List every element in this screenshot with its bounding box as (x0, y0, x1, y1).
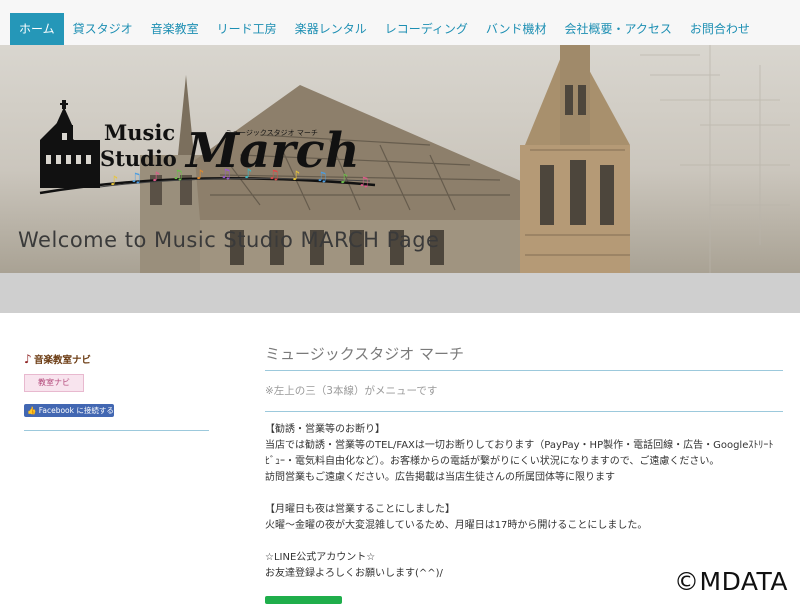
hero-banner: ♪ ♫ ♪ ♫ ♪ ♫ ♪ ♫ ♪ ♫ ♪ ♫ Music Studio Mar… (0, 45, 800, 273)
svg-text:♪: ♪ (152, 170, 160, 185)
hero-bottom-band (0, 273, 800, 313)
notice-heading: 【勧誘・営業等のお断り】 (265, 424, 385, 435)
svg-text:音楽教室ナビ: 音楽教室ナビ (34, 354, 92, 366)
facebook-connect-label: Facebook に接続する (38, 406, 114, 415)
notice-paragraph: 訪問営業もご遠慮ください。広告掲載は当店生徒さんの所属団体等に限ります (265, 472, 615, 483)
facebook-connect-button[interactable]: 👍 Facebook に接続する (24, 404, 114, 417)
monday-paragraph: 火曜～金曜の夜が大変混雑しているため、月曜日は17時から開けることにしました。 (265, 520, 648, 531)
svg-text:♪: ♪ (24, 352, 32, 366)
line-account-heading: ☆LINE公式アカウント☆ (265, 552, 376, 563)
svg-text:♫: ♫ (130, 171, 142, 186)
sidebar: ♪ 音楽教室ナビ 教室ナビ 👍 Facebook に接続する (24, 350, 210, 417)
hint-divider (265, 411, 783, 412)
nav-item-company-access[interactable]: 会社概要・アクセス (555, 13, 680, 45)
menu-hint: ※左上の三（3本線）がメニューです (265, 385, 438, 397)
school-navi-banner[interactable]: 教室ナビ (24, 374, 84, 392)
svg-text:♫: ♫ (358, 175, 370, 190)
nav-item-contact[interactable]: お問合わせ (681, 13, 759, 45)
church-logo-icon (40, 100, 100, 188)
welcome-heading: Welcome to Music Studio MARCH Page (18, 228, 440, 252)
facebook-thumb-icon: 👍 (27, 406, 37, 415)
sidebar-divider (24, 430, 209, 431)
nav-item-music-school[interactable]: 音楽教室 (142, 13, 208, 45)
logo-music-text: Music (104, 120, 175, 145)
watermark: ©MDATA (674, 567, 788, 596)
line-add-friend-button[interactable] (265, 596, 342, 604)
monday-heading: 【月曜日も夜は営業することにしました】 (265, 504, 455, 515)
nav-list: ホーム 貸スタジオ 音楽教室 リード工房 楽器レンタル レコーディング バンド機… (10, 13, 759, 45)
svg-text:♪: ♪ (110, 174, 118, 189)
notice-body: 【勧誘・営業等のお断り】 当店では勧誘・営業等のTEL/FAXは一切お断りしてお… (265, 422, 783, 582)
nav-item-instrument-rental[interactable]: 楽器レンタル (286, 13, 376, 45)
nav-item-reed-workshop[interactable]: リード工房 (208, 13, 286, 45)
nav-item-recording[interactable]: レコーディング (376, 13, 477, 45)
nav-item-band-equipment[interactable]: バンド機材 (477, 13, 556, 45)
main-content: ミュージックスタジオ マーチ ※左上の三（3本線）がメニューです 【勧誘・営業等… (265, 340, 783, 582)
notice-paragraph: 当店では勧誘・営業等のTEL/FAXは一切お断りしております（PayPay・HP… (265, 440, 774, 467)
logo-studio-text: Studio (100, 146, 177, 171)
music-school-navi-banner[interactable]: ♪ 音楽教室ナビ (24, 350, 104, 368)
page-title: ミュージックスタジオ マーチ (265, 345, 465, 363)
nav-item-rental-studio[interactable]: 貸スタジオ (64, 13, 142, 45)
nav-item-home[interactable]: ホーム (10, 13, 64, 45)
logo-kana-text: ミュージックスタジオ マーチ (225, 128, 318, 137)
